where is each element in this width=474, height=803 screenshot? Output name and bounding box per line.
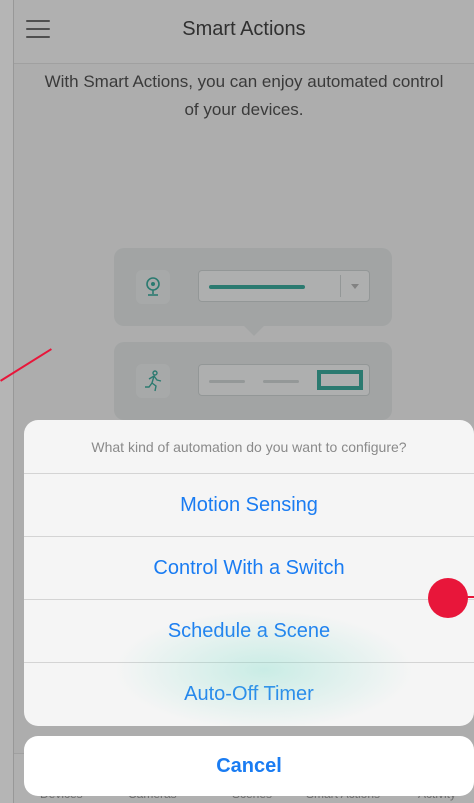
action-sheet-title: What kind of automation do you want to c… <box>24 420 474 474</box>
motion-sensing-option[interactable]: Motion Sensing <box>24 474 474 537</box>
cancel-button[interactable]: Cancel <box>24 736 474 796</box>
touch-marker <box>428 578 468 618</box>
schedule-scene-option[interactable]: Schedule a Scene <box>24 600 474 663</box>
control-with-switch-option[interactable]: Control With a Switch <box>24 537 474 600</box>
auto-off-timer-option[interactable]: Auto-Off Timer <box>24 663 474 726</box>
marker-line <box>462 596 474 598</box>
action-sheet: What kind of automation do you want to c… <box>24 420 474 726</box>
